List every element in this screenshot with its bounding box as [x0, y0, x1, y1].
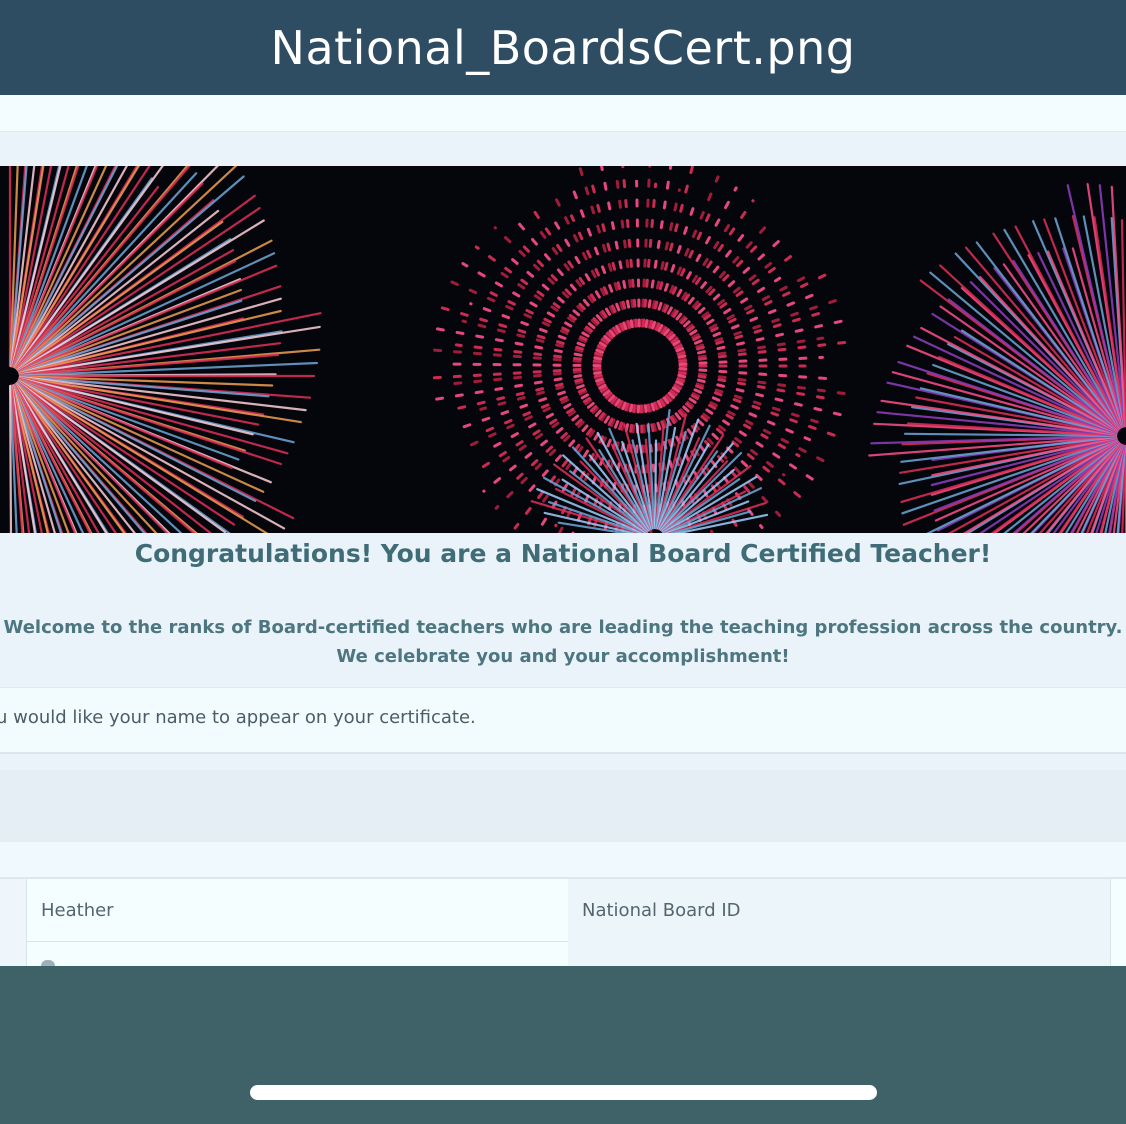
bottom-area: [0, 966, 1126, 1124]
home-indicator[interactable]: [250, 1085, 877, 1100]
fireworks-banner: [0, 166, 1126, 533]
form-row: Heather National Board ID: [0, 877, 1126, 966]
national-board-id-field[interactable]: National Board ID: [568, 879, 1110, 966]
welcome-message: Welcome to the ranks of Board-certified …: [0, 613, 1126, 671]
certificate-name-form: Heather National Board ID: [0, 842, 1126, 966]
firework-streak: [9, 384, 13, 533]
national-board-id-placeholder: National Board ID: [582, 900, 741, 921]
congratulations-heading: Congratulations! You are a National Boar…: [134, 539, 992, 568]
next-field[interactable]: [26, 942, 569, 966]
window-title: National_BoardsCert.png: [270, 20, 856, 75]
section-divider-panel: [0, 770, 1126, 842]
cut-off-field[interactable]: [1110, 879, 1126, 966]
top-strip: [0, 95, 1126, 132]
window-title-bar: National_BoardsCert.png: [0, 0, 1126, 95]
first-name-field[interactable]: Heather: [26, 879, 569, 942]
screenshot-content: Congratulations! You are a National Boar…: [0, 95, 1126, 966]
welcome-line-2: We celebrate you and your accomplishment…: [336, 646, 790, 667]
first-name-value: Heather: [41, 900, 114, 921]
fireworks-image: [0, 166, 1126, 533]
welcome-line-1: Welcome to the ranks of Board-certified …: [3, 617, 1123, 638]
name-instruction-text: u would like your name to appear on your…: [0, 707, 476, 728]
name-instruction-panel: u would like your name to appear on your…: [0, 687, 1126, 754]
